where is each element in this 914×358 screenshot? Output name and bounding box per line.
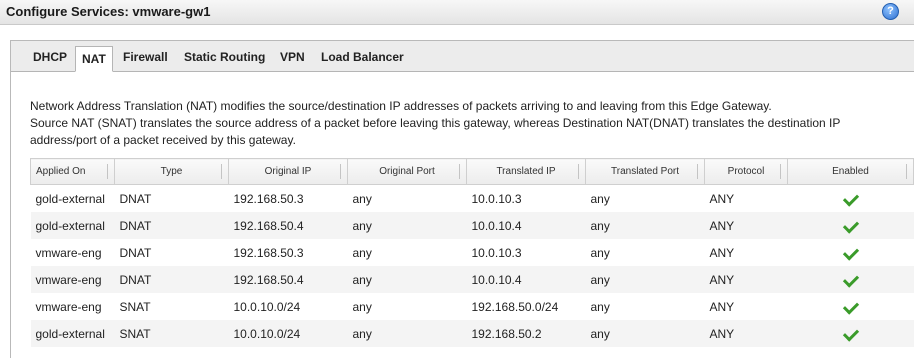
table-row[interactable]: vmware-eng DNAT 192.168.50.3 any 10.0.10…: [31, 239, 914, 266]
column-header-translated-port[interactable]: Translated Port: [585, 158, 705, 185]
column-header-type[interactable]: Type: [114, 158, 229, 185]
cell-enabled[interactable]: [787, 212, 914, 239]
column-header-original-port[interactable]: Original Port: [347, 158, 467, 185]
cell-type: DNAT: [114, 212, 229, 239]
window-title: Configure Services: vmware-gw1: [6, 4, 211, 19]
cell-translated-ip: 10.0.10.3: [471, 245, 522, 260]
table-row[interactable]: gold-external DNAT 192.168.50.4 any 10.0…: [30, 212, 914, 239]
cell-original-ip: 192.168.50.4: [228, 266, 348, 293]
table-row[interactable]: vmware-eng SNAT 10.0.10.0/24 any 192.168…: [31, 293, 914, 320]
checkmark-icon: [842, 189, 859, 207]
cell-translated-ip: 192.168.50.0/24: [471, 299, 559, 314]
cell-protocol: ANY: [704, 212, 788, 239]
column-header-applied-on[interactable]: Applied On: [30, 158, 115, 185]
cell-enabled[interactable]: [788, 185, 914, 213]
cell-translated-port: any: [590, 299, 610, 314]
cell-translated-port: any: [585, 266, 705, 293]
cell-enabled[interactable]: [787, 266, 914, 293]
cell-applied-on: vmware-eng: [30, 266, 115, 293]
cell-original-ip: 192.168.50.3: [233, 191, 304, 206]
cell-applied-on: gold-external: [30, 320, 115, 347]
column-header-protocol[interactable]: Protocol: [704, 158, 788, 185]
checkmark-icon: [842, 243, 859, 261]
cell-original-port: any: [347, 320, 467, 347]
cell-translated-ip: 10.0.10.3: [471, 191, 522, 206]
column-header-original-ip[interactable]: Original IP: [228, 158, 348, 185]
cell-protocol: ANY: [709, 245, 735, 260]
cell-original-port: any: [352, 299, 372, 314]
cell-protocol: ANY: [704, 266, 788, 293]
table-header-row: Applied On Type Original IP Original Por…: [30, 158, 914, 185]
nat-description: Network Address Translation (NAT) modifi…: [30, 98, 910, 149]
help-icon[interactable]: ?: [882, 3, 899, 20]
cell-type: SNAT: [119, 299, 151, 314]
table-row[interactable]: vmware-eng DNAT 192.168.50.4 any 10.0.10…: [30, 266, 914, 293]
description-line-1: Network Address Translation (NAT) modifi…: [30, 99, 772, 113]
cell-protocol: ANY: [709, 299, 735, 314]
cell-original-port: any: [347, 266, 467, 293]
table-row[interactable]: gold-external SNAT 10.0.10.0/24 any 192.…: [30, 320, 914, 347]
cell-applied-on: vmware-eng: [35, 245, 102, 260]
cell-original-port: any: [352, 245, 372, 260]
cell-applied-on: gold-external: [30, 212, 115, 239]
cell-original-port: any: [347, 212, 467, 239]
cell-translated-ip: 10.0.10.4: [466, 266, 586, 293]
table-row[interactable]: gold-external DNAT 192.168.50.3 any 10.0…: [31, 185, 914, 213]
tab-nat[interactable]: NAT: [75, 46, 113, 72]
services-panel: DHCP NAT Firewall Static Routing VPN Loa…: [10, 40, 914, 358]
cell-original-ip: 10.0.10.0/24: [228, 320, 348, 347]
cell-translated-port: any: [590, 245, 610, 260]
cell-original-port: any: [352, 191, 372, 206]
cell-original-ip: 10.0.10.0/24: [233, 299, 301, 314]
cell-applied-on: gold-external: [35, 191, 105, 206]
cell-type: DNAT: [114, 266, 229, 293]
column-header-translated-ip[interactable]: Translated IP: [466, 158, 586, 185]
cell-translated-port: any: [585, 212, 705, 239]
cell-enabled[interactable]: [788, 239, 914, 266]
cell-type: DNAT: [119, 245, 152, 260]
cell-protocol: ANY: [709, 191, 735, 206]
window-titlebar: Configure Services: vmware-gw1 ?: [0, 0, 914, 25]
tab-static-routing[interactable]: Static Routing: [184, 47, 265, 68]
tab-firewall[interactable]: Firewall: [123, 47, 168, 68]
checkmark-icon: [842, 270, 859, 288]
cell-original-ip: 192.168.50.3: [233, 245, 304, 260]
checkmark-icon: [842, 297, 859, 315]
cell-applied-on: vmware-eng: [35, 299, 102, 314]
cell-enabled[interactable]: [787, 320, 914, 347]
description-line-2: Source NAT (SNAT) translates the source …: [30, 116, 841, 147]
tab-vpn[interactable]: VPN: [280, 47, 305, 68]
cell-type: SNAT: [114, 320, 229, 347]
cell-original-ip: 192.168.50.4: [228, 212, 348, 239]
checkmark-icon: [842, 324, 859, 342]
checkmark-icon: [842, 216, 859, 234]
cell-translated-ip: 10.0.10.4: [466, 212, 586, 239]
cell-enabled[interactable]: [788, 293, 914, 320]
nat-rules-table: Applied On Type Original IP Original Por…: [30, 158, 914, 347]
tab-strip: DHCP NAT Firewall Static Routing VPN Loa…: [11, 41, 914, 72]
cell-type: DNAT: [119, 191, 152, 206]
cell-translated-port: any: [585, 320, 705, 347]
cell-translated-ip: 192.168.50.2: [466, 320, 586, 347]
tab-dhcp[interactable]: DHCP: [33, 47, 67, 68]
cell-translated-port: any: [590, 191, 610, 206]
tab-load-balancer[interactable]: Load Balancer: [321, 47, 404, 68]
column-header-enabled[interactable]: Enabled: [787, 158, 914, 185]
cell-protocol: ANY: [704, 320, 788, 347]
